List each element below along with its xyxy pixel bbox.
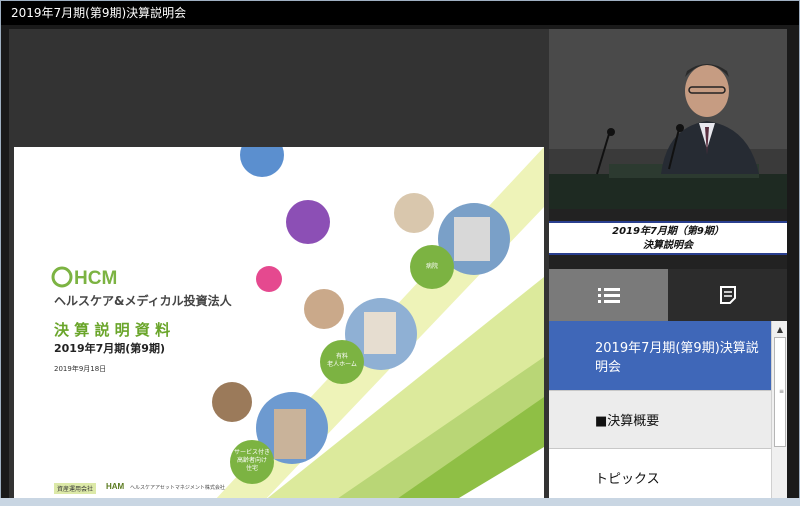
video-player[interactable] <box>549 29 787 209</box>
video-caption: 2019年7月期（第9期） 決算説明会 <box>549 221 787 255</box>
nursing-building-shape <box>364 312 396 354</box>
circle-blue <box>240 147 284 177</box>
side-panel: 2019年7月期（第9期） 決算説明会 2019年7月期(第9期)決算説明会 ■… <box>549 29 787 501</box>
footer-company: ヘルスケアアセットマネジメント株式会社 <box>130 485 225 491</box>
chapter-item-topics[interactable]: トピックス <box>549 449 771 501</box>
doc-title: 決 算 説 明 資 料 <box>54 321 171 339</box>
caption-line-2: 決算説明会 <box>643 240 693 251</box>
app-window: 2019年7月期(第9期) 決算説明会 HCM ヘルスケア&メディカル投資法人 決… <box>0 0 800 506</box>
logo-text: HCM <box>74 268 118 289</box>
window-bottom-edge <box>0 498 800 506</box>
window-right-edge <box>787 25 799 505</box>
chapter-item-opening[interactable]: 2019年7月期(第9期)決算説明会 <box>549 321 771 391</box>
photo-lounge-circle <box>212 382 252 422</box>
service-housing-label: サービス付き 高齢者向け 住宅 <box>233 449 270 472</box>
slide-page: HCM ヘルスケア&メディカル投資法人 決 算 説 明 資 料 2019年7月期… <box>14 147 544 501</box>
speaker-face <box>685 65 729 117</box>
video-frame <box>549 29 787 209</box>
scroll-thumb[interactable]: ≡ <box>774 337 786 447</box>
logo-mark <box>51 266 73 288</box>
caption-line-1: 2019年7月期（第9期） <box>612 226 724 237</box>
circle-purple <box>286 200 330 244</box>
window-title: 2019年7月期(第9期)決算説明会 <box>1 1 799 25</box>
footer-logo: HAM <box>106 482 125 491</box>
company-name: ヘルスケア&メディカル投資法人 <box>54 294 232 308</box>
circle-pink <box>256 266 282 292</box>
notes-icon <box>719 286 736 304</box>
photo-interior-circle <box>394 193 434 233</box>
nursing-home-label: 有料 老人ホーム <box>327 353 357 368</box>
scroll-up-arrow-icon[interactable]: ▲ <box>773 322 787 336</box>
hospital-label: 病院 <box>425 263 438 270</box>
hospital-building-shape <box>454 217 490 261</box>
tab-notes[interactable] <box>668 269 787 321</box>
list-icon <box>597 288 620 303</box>
footer-badge: 資産運用会社 <box>54 483 97 494</box>
period-text: 2019年7月期(第9期) <box>54 342 165 355</box>
chapter-scrollbar[interactable]: ▲ ≡ <box>771 321 787 501</box>
housing-building-shape <box>274 409 306 459</box>
slide-viewer: HCM ヘルスケア&メディカル投資法人 決 算 説 明 資 料 2019年7月期… <box>9 29 549 501</box>
date-text: 2019年9月18日 <box>54 365 107 373</box>
grip-icon: ≡ <box>779 388 785 395</box>
chapter-list: 2019年7月期(第9期)決算説明会 ■決算概要 トピックス <box>549 321 771 501</box>
photo-dining-circle <box>304 289 344 329</box>
tab-contents-list[interactable] <box>549 269 668 321</box>
panel-tabs <box>549 269 787 321</box>
chapter-item-summary[interactable]: ■決算概要 <box>549 391 771 449</box>
